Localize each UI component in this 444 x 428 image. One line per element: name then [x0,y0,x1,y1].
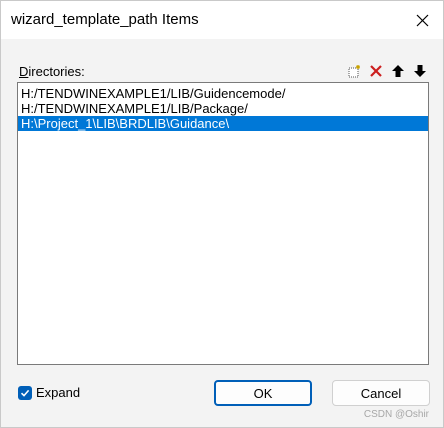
window-title: wizard_template_path Items [11,11,199,28]
delete-icon [370,65,382,77]
directories-label-text: irectories: [28,64,85,79]
move-up-icon [392,65,404,77]
expand-checkbox-group[interactable]: Expand [18,385,80,400]
move-down-icon [414,65,426,77]
list-item[interactable]: H:/TENDWINEXAMPLE1/LIB/Package/ [18,101,428,116]
list-item[interactable]: H:/TENDWINEXAMPLE1/LIB/Guidencemode/ [18,86,428,101]
close-button[interactable] [409,7,435,33]
expand-checkbox[interactable] [18,385,32,400]
delete-button[interactable] [367,62,385,80]
move-up-button[interactable] [389,62,407,80]
close-icon [416,14,428,26]
title-bar: wizard_template_path Items [1,1,443,39]
watermark: CSDN @Oshir [363,409,429,420]
checkmark-icon [20,389,30,397]
ok-button[interactable]: OK [214,380,312,406]
directories-label-mnemonic: D [19,64,29,79]
new-folder-icon [348,65,360,78]
directories-list[interactable]: H:/TENDWINEXAMPLE1/LIB/Guidencemode/ H:/… [17,82,429,365]
cancel-button[interactable]: Cancel [332,380,430,406]
directories-toolbar [345,62,429,80]
move-down-button[interactable] [411,62,429,80]
new-folder-button[interactable] [345,62,363,80]
dialog-window: wizard_template_path Items Directories: [0,0,444,428]
list-item-selected[interactable]: H:\Project_1\LIB\BRDLIB\Guidance\ [18,116,428,131]
expand-label: Expand [36,385,81,400]
directories-label: Directories: [19,64,85,79]
